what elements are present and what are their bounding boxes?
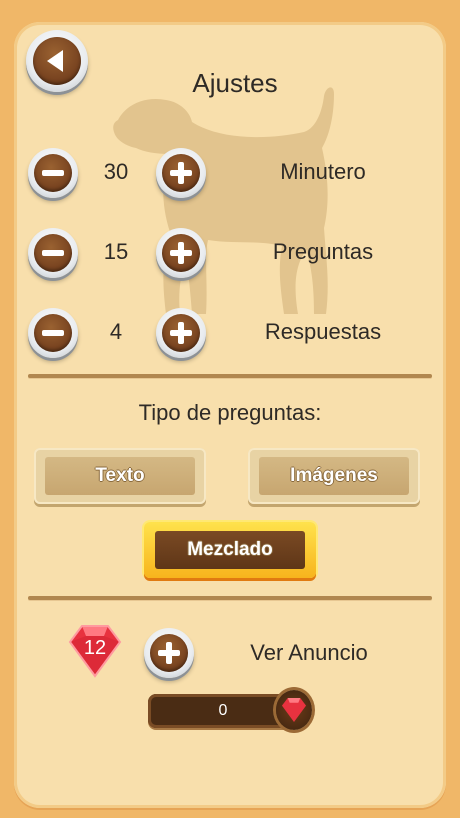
- minus-icon: [42, 330, 64, 336]
- divider: [28, 374, 432, 378]
- page-title: Ajustes: [192, 68, 278, 98]
- plus-icon: [170, 322, 192, 344]
- texto-option-label: Texto: [45, 457, 195, 495]
- preguntas-label: Preguntas: [272, 239, 374, 264]
- preguntas-decrease-button[interactable]: [28, 228, 78, 278]
- respuestas-value: 4: [109, 319, 123, 344]
- preguntas-value: 15: [103, 239, 129, 264]
- back-button[interactable]: [26, 30, 88, 92]
- minus-icon: [42, 170, 64, 176]
- watch-ad-label[interactable]: Ver Anuncio: [224, 640, 394, 666]
- gem-counter: 12: [68, 624, 122, 678]
- imagenes-option-button[interactable]: Imágenes: [248, 448, 420, 504]
- add-gems-button[interactable]: [144, 628, 194, 678]
- mezclado-option-label: Mezclado: [155, 531, 305, 569]
- progress-gem-badge: [276, 690, 312, 730]
- question-type-heading: Tipo de preguntas:: [138, 400, 322, 425]
- plus-icon: [170, 162, 192, 184]
- preguntas-increase-button[interactable]: [156, 228, 206, 278]
- gem-count-value: 12: [83, 636, 107, 659]
- respuestas-increase-button[interactable]: [156, 308, 206, 358]
- respuestas-decrease-button[interactable]: [28, 308, 78, 358]
- plus-icon: [158, 642, 180, 664]
- reward-progress-value: 0: [218, 702, 228, 719]
- minutero-increase-button[interactable]: [156, 148, 206, 198]
- texto-option-button[interactable]: Texto: [34, 448, 206, 504]
- dog-silhouette-icon: [113, 87, 334, 314]
- minutero-value: 30: [103, 159, 129, 184]
- minutero-label: Minutero: [280, 159, 366, 184]
- back-arrow-icon: [47, 50, 63, 72]
- plus-icon: [170, 242, 192, 264]
- gem-icon: [281, 697, 307, 723]
- imagenes-option-label: Imágenes: [259, 457, 409, 495]
- respuestas-label: Respuestas: [264, 319, 382, 344]
- divider: [28, 596, 432, 600]
- mezclado-option-button[interactable]: Mezclado: [144, 522, 316, 578]
- minus-icon: [42, 250, 64, 256]
- minutero-decrease-button[interactable]: [28, 148, 78, 198]
